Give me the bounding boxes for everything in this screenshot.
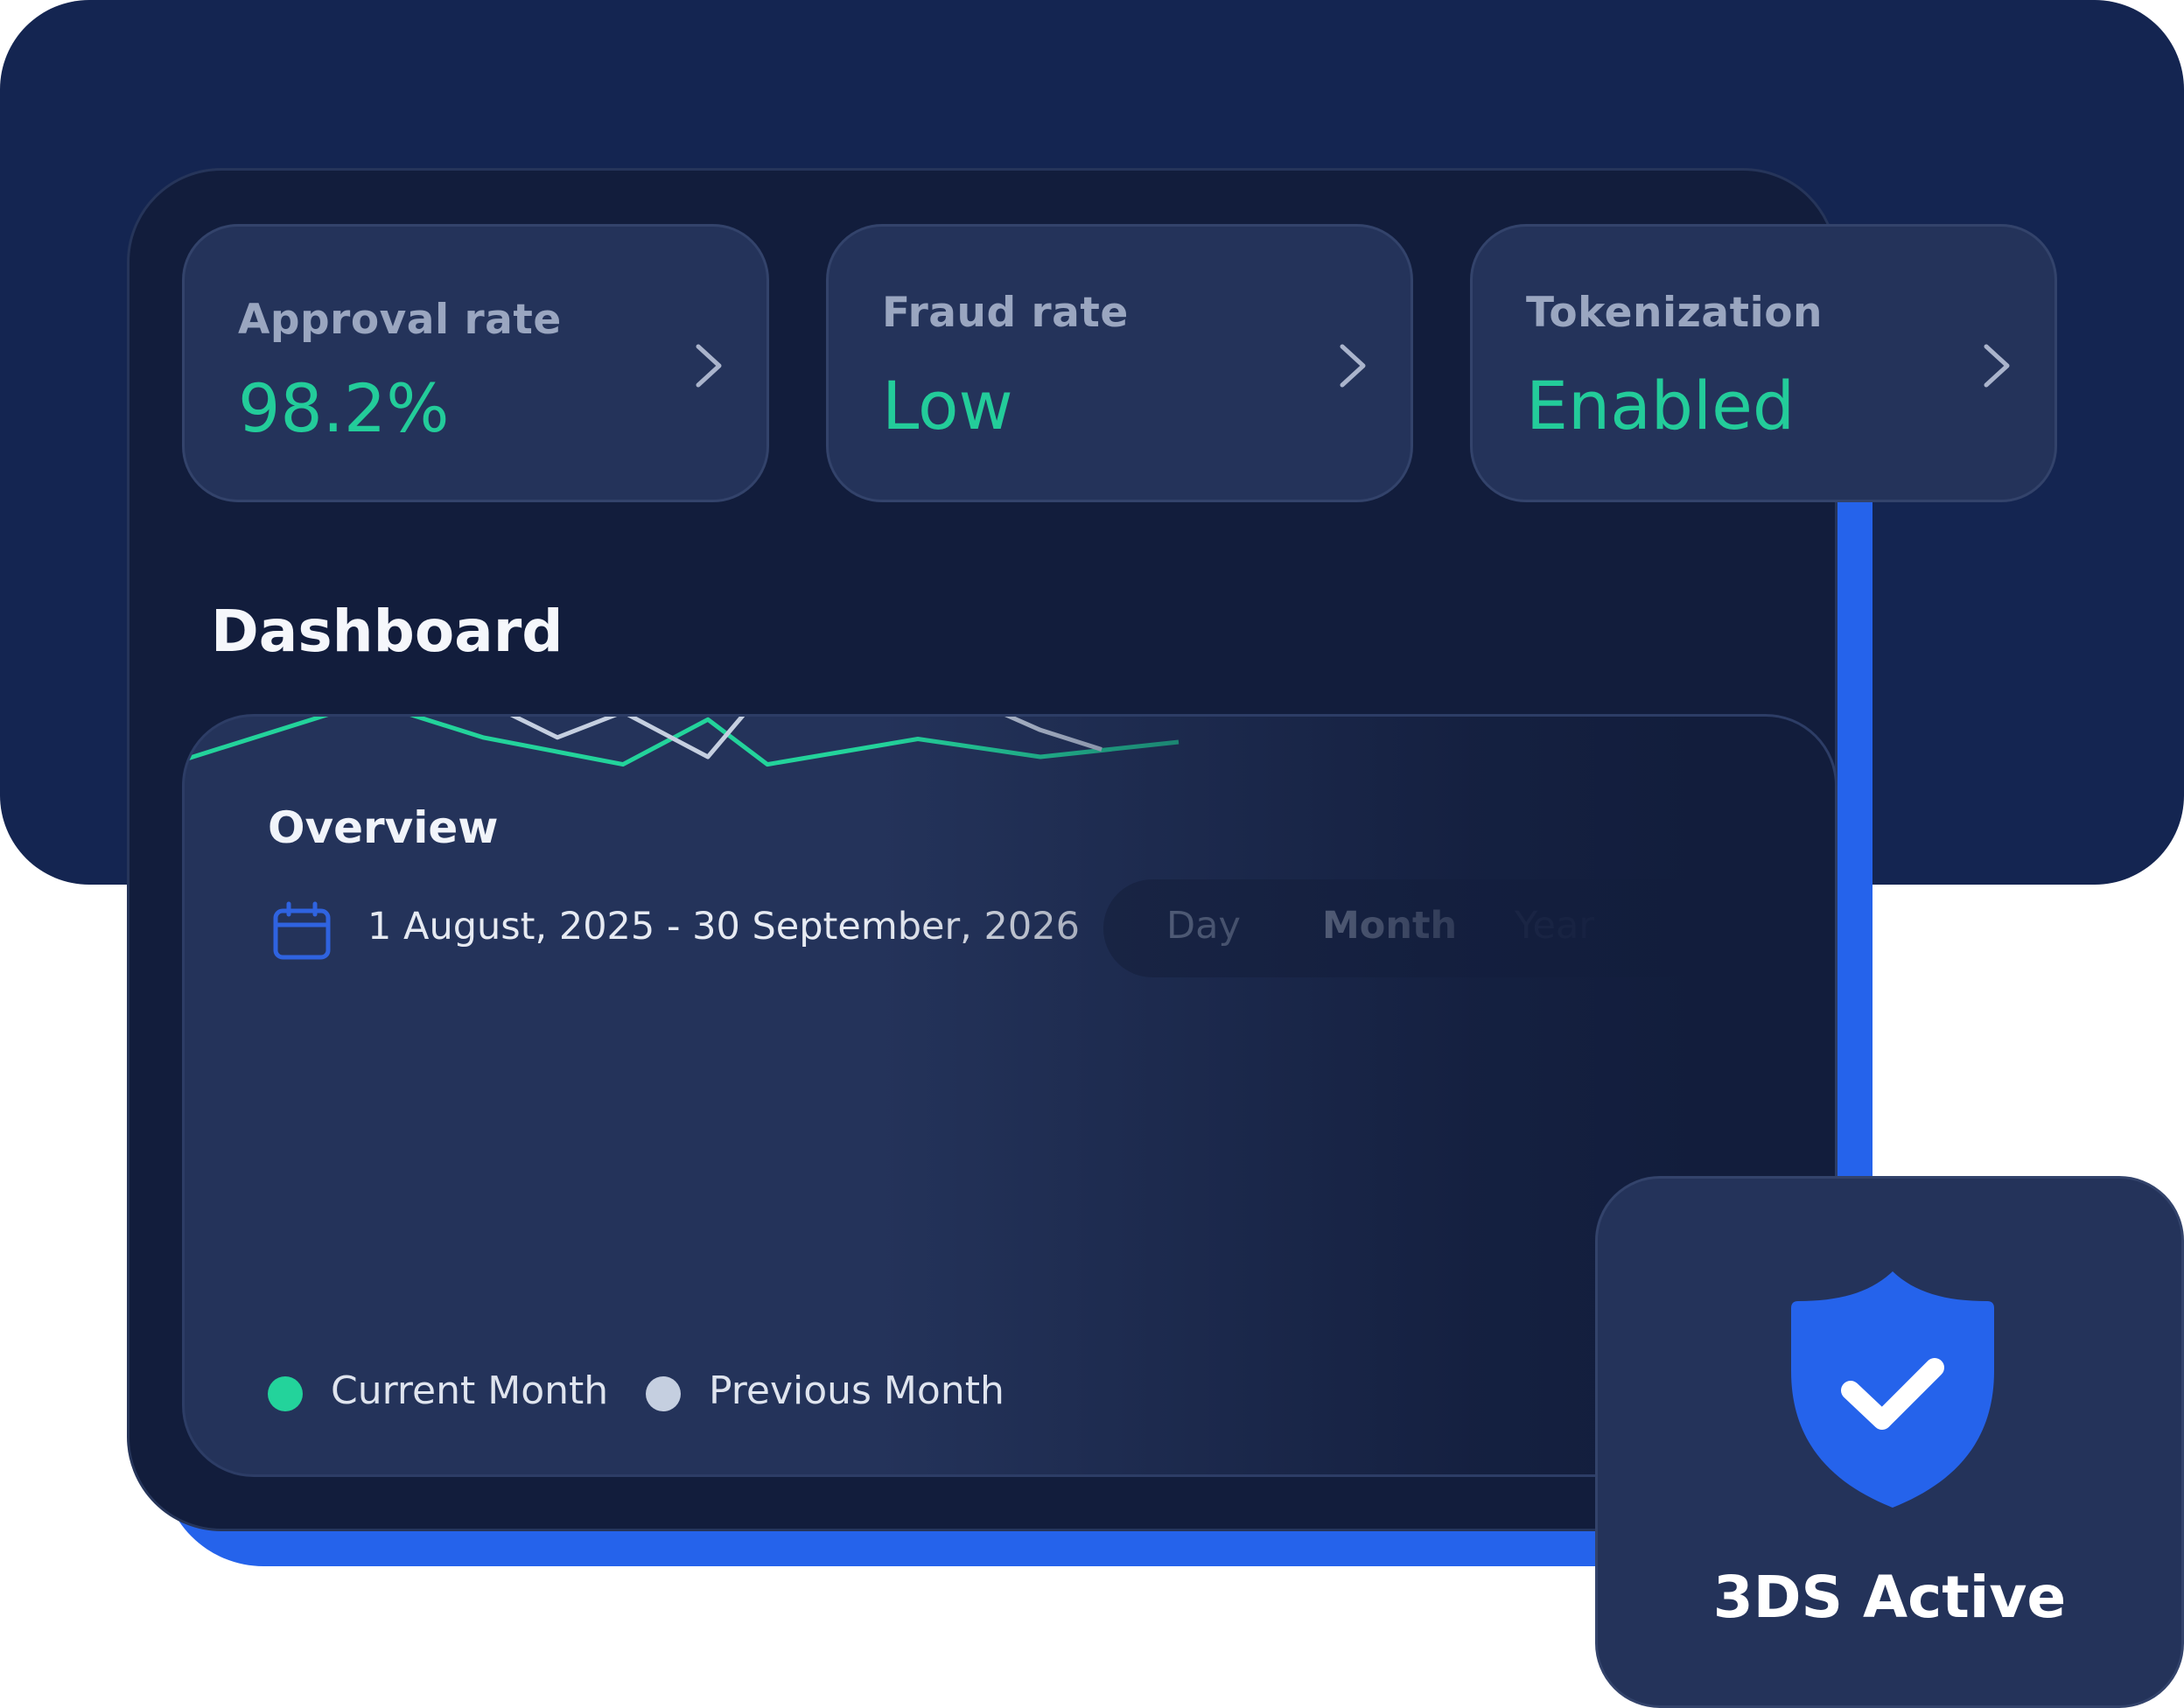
stat-value: 98.2% [238, 369, 450, 447]
stat-label: Tokenization [1526, 289, 1823, 337]
chevron-right-icon [1984, 344, 2010, 388]
legend-current-month-label: Current Month [331, 1368, 609, 1413]
badge-label: 3DS Active [1712, 1564, 2067, 1631]
stat-value: Enabled [1526, 367, 1796, 444]
stat-card-approval-rate[interactable]: Approval rate 98.2% [182, 224, 769, 502]
legend-previous-month-dot [646, 1376, 681, 1411]
stat-card-tokenization[interactable]: Tokenization Enabled [1470, 224, 2057, 502]
stat-value: Low [882, 367, 1013, 444]
legend-current-month-dot [268, 1376, 303, 1411]
3ds-badge: 3DS Active [1595, 1176, 2184, 1708]
shield-check-icon [1791, 1271, 1994, 1508]
chevron-right-icon [1340, 344, 1366, 388]
overview-card: Overview 1 August, 2025 - 30 September, … [182, 714, 1838, 1477]
stat-card-fraud-rate[interactable]: Fraud rate Low [826, 224, 1413, 502]
stat-label: Fraud rate [882, 289, 1129, 337]
chevron-right-icon [696, 344, 722, 388]
page-title: Dashboard [211, 598, 564, 665]
stat-label: Approval rate [238, 296, 562, 344]
legend-previous-month-label: Previous Month [709, 1368, 1004, 1413]
overview-line-chart [185, 717, 1180, 767]
series-line-previous-month [185, 717, 1102, 760]
